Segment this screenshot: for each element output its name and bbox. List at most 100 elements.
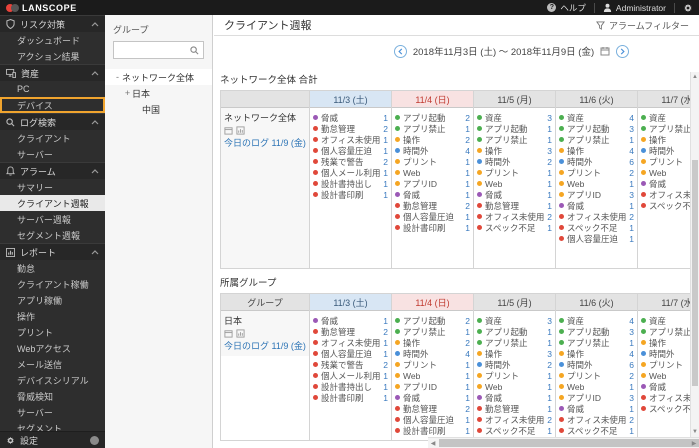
alarm-count-link[interactable]: 1 <box>629 179 634 189</box>
sidebar-item-PC[interactable]: PC <box>0 81 105 97</box>
alarm-count-link[interactable]: 1 <box>465 371 470 381</box>
sidebar-item-Webアクセス[interactable]: Webアクセス <box>0 340 105 356</box>
calendar-icon[interactable] <box>600 46 610 56</box>
help-button[interactable]: ? ヘルプ <box>547 2 586 14</box>
scroll-right-arrow[interactable]: ▶ <box>689 438 699 448</box>
alarm-count-link[interactable]: 1 <box>383 190 388 200</box>
sidebar-item-クライアント週報[interactable]: クライアント週報 <box>0 195 105 211</box>
horizontal-scroll-thumb[interactable] <box>439 439 699 447</box>
alarm-count-link[interactable]: 4 <box>629 316 634 326</box>
alarm-count-link[interactable]: 1 <box>465 415 470 425</box>
user-menu[interactable]: Administrator <box>603 3 666 13</box>
alarm-count-link[interactable]: 1 <box>383 393 388 403</box>
alarm-count-link[interactable]: 2 <box>629 415 634 425</box>
alarm-count-link[interactable]: 1 <box>629 234 634 244</box>
alarm-count-link[interactable]: 3 <box>547 146 552 156</box>
chart-mini-icon[interactable] <box>236 126 245 135</box>
sidebar-item-勤怠[interactable]: 勤怠 <box>0 260 105 276</box>
tree-toggle-icon[interactable]: - <box>113 72 122 82</box>
sidebar-item-サーバー[interactable]: サーバー <box>0 146 105 162</box>
alarm-count-link[interactable]: 1 <box>383 168 388 178</box>
alarm-count-link[interactable]: 3 <box>629 393 634 403</box>
alarm-count-link[interactable]: 2 <box>465 338 470 348</box>
sidebar-item-サーバー[interactable]: サーバー <box>0 404 105 420</box>
alarm-count-link[interactable]: 1 <box>547 371 552 381</box>
alarm-count-link[interactable]: 1 <box>383 135 388 145</box>
scroll-up-arrow[interactable]: ▲ <box>691 72 699 82</box>
alarm-count-link[interactable]: 1 <box>383 371 388 381</box>
scroll-down-arrow[interactable]: ▼ <box>691 427 699 437</box>
alarm-count-link[interactable]: 1 <box>547 382 552 392</box>
alarm-count-link[interactable]: 1 <box>465 360 470 370</box>
alarm-count-link[interactable]: 1 <box>629 135 634 145</box>
alarm-count-link[interactable]: 2 <box>547 415 552 425</box>
alarm-count-link[interactable]: 6 <box>629 360 634 370</box>
alarm-count-link[interactable]: 2 <box>629 212 634 222</box>
alarm-count-link[interactable]: 4 <box>465 146 470 156</box>
search-icon[interactable] <box>190 45 199 55</box>
alarm-count-link[interactable]: 1 <box>547 168 552 178</box>
alarm-count-link[interactable]: 3 <box>547 113 552 123</box>
alarm-count-link[interactable]: 2 <box>629 168 634 178</box>
alarm-count-link[interactable]: 1 <box>547 393 552 403</box>
alarm-count-link[interactable]: 1 <box>629 338 634 348</box>
tree-item-日本[interactable]: + 日本 <box>105 85 212 101</box>
alarm-count-link[interactable]: 1 <box>629 201 634 211</box>
today-log-link[interactable]: 今日のログ 11/9 (金) <box>224 137 306 149</box>
sidebar-item-メール送信[interactable]: メール送信 <box>0 356 105 372</box>
date-next-button[interactable] <box>616 44 630 58</box>
alarm-count-link[interactable]: 2 <box>383 124 388 134</box>
alarm-count-link[interactable]: 4 <box>465 349 470 359</box>
alarm-count-link[interactable]: 1 <box>465 223 470 233</box>
sidebar-item-サマリー[interactable]: サマリー <box>0 179 105 195</box>
alarm-count-link[interactable]: 2 <box>465 201 470 211</box>
vertical-scrollbar[interactable]: ▲ ▼ <box>690 72 699 437</box>
sidebar-item-アクション結果[interactable]: アクション結果 <box>0 48 105 64</box>
alarm-count-link[interactable]: 3 <box>629 327 634 337</box>
alarm-count-link[interactable]: 1 <box>547 327 552 337</box>
sidebar-item-セグメント週報[interactable]: セグメント週報 <box>0 227 105 243</box>
alarm-count-link[interactable]: 2 <box>465 113 470 123</box>
alarm-count-link[interactable]: 2 <box>547 212 552 222</box>
sidebar-section-レポート[interactable]: レポート <box>0 243 105 260</box>
alarm-count-link[interactable]: 2 <box>465 316 470 326</box>
alarm-count-link[interactable]: 1 <box>383 113 388 123</box>
vertical-scroll-thumb[interactable] <box>692 159 698 386</box>
alarm-count-link[interactable]: 1 <box>547 223 552 233</box>
alarm-count-link[interactable]: 1 <box>547 124 552 134</box>
alarm-count-link[interactable]: 3 <box>629 124 634 134</box>
sidebar-item-デバイス[interactable]: デバイス <box>0 97 105 113</box>
sidebar-item-アプリ稼働[interactable]: アプリ稼働 <box>0 292 105 308</box>
tree-item-中国[interactable]: 中国 <box>105 101 212 117</box>
alarm-count-link[interactable]: 3 <box>629 190 634 200</box>
date-prev-button[interactable] <box>393 44 407 58</box>
alarm-count-link[interactable]: 2 <box>465 135 470 145</box>
sidebar-item-プリント[interactable]: プリント <box>0 324 105 340</box>
sidebar-section-アラーム[interactable]: アラーム <box>0 162 105 179</box>
alarm-count-link[interactable]: 2 <box>383 157 388 167</box>
alarm-count-link[interactable]: 1 <box>383 316 388 326</box>
alarm-count-link[interactable]: 1 <box>465 212 470 222</box>
alarm-count-link[interactable]: 2 <box>465 404 470 414</box>
alarm-count-link[interactable]: 2 <box>383 360 388 370</box>
today-log-link[interactable]: 今日のログ 11/9 (金) <box>224 340 306 352</box>
alarm-count-link[interactable]: 2 <box>547 360 552 370</box>
calendar-mini-icon[interactable] <box>224 126 233 135</box>
scroll-left-arrow[interactable]: ◀ <box>428 438 438 448</box>
sidebar-item-settings[interactable]: 設定 <box>0 431 105 448</box>
calendar-mini-icon[interactable] <box>224 329 233 338</box>
sidebar-item-デバイスシリアル[interactable]: デバイスシリアル <box>0 372 105 388</box>
sidebar-section-リスク対策[interactable]: リスク対策 <box>0 15 105 32</box>
alarm-count-link[interactable]: 1 <box>629 426 634 436</box>
alarm-count-link[interactable]: 4 <box>629 349 634 359</box>
alarm-count-link[interactable]: 2 <box>383 327 388 337</box>
alarm-count-link[interactable]: 2 <box>547 157 552 167</box>
alarm-count-link[interactable]: 1 <box>465 124 470 134</box>
alarm-count-link[interactable]: 1 <box>547 426 552 436</box>
sidebar-section-資産[interactable]: 資産 <box>0 64 105 81</box>
alarm-count-link[interactable]: 1 <box>383 382 388 392</box>
alarm-count-link[interactable]: 1 <box>465 168 470 178</box>
sidebar-section-ログ検索[interactable]: ログ検索 <box>0 113 105 130</box>
alarm-count-link[interactable]: 1 <box>629 382 634 392</box>
horizontal-scrollbar[interactable]: ◀ ▶ <box>428 437 699 448</box>
